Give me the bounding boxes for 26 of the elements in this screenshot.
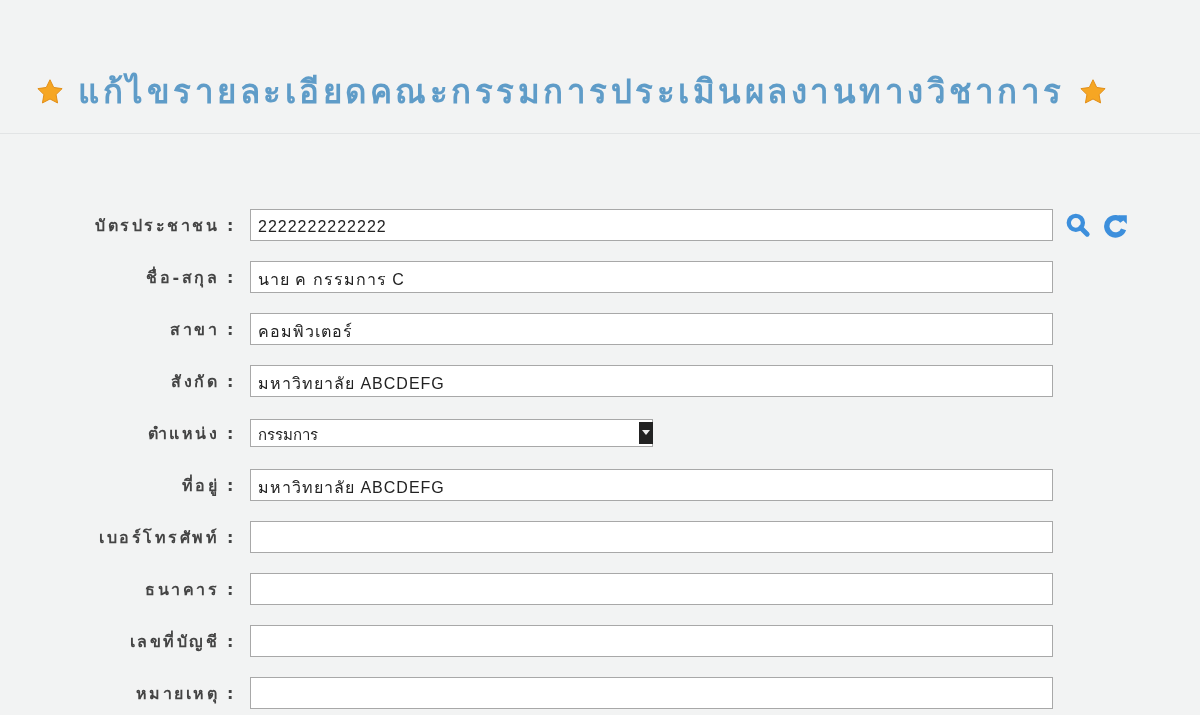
text-field[interactable]: 2222222222222 [250,209,1053,241]
field-label: บัตรประชาชน : [94,214,237,237]
field-label: ธนาคาร : [144,578,237,601]
text-field[interactable] [250,677,1053,709]
page-title: แก้ไขรายละเอียดคณะกรรมการประเมินผลงานทางวิชาการ [78,71,1065,113]
text-field[interactable]: นาย ค กรรมการ C [250,261,1053,293]
field-label: ชื่อ-สกุล : [145,265,237,290]
field-label: หมายเหตุ : [134,682,237,706]
position-dropdown[interactable]: กรรมการ [250,419,653,447]
field-label: สังกัด : [170,370,237,393]
field-label: ตำแหน่ง : [146,422,237,445]
star-icon [36,77,64,106]
text-field[interactable]: มหาวิทยาลัย ABCDEFG [250,365,1053,397]
field-label: เลขที่บัญชี : [128,629,237,654]
star-icon [1078,77,1107,106]
field-label: เบอร์โทรศัพท์ : [98,526,237,549]
search-icon[interactable] [1065,212,1091,238]
text-field[interactable] [250,573,1053,605]
text-field[interactable] [250,625,1053,657]
field-label: สาขา : [169,318,237,341]
caret-icon [639,422,653,444]
refresh-icon[interactable] [1103,212,1129,238]
field-label: ที่อยู่ : [180,473,237,498]
text-field[interactable]: คอมพิวเตอร์ [250,313,1053,345]
text-field[interactable]: มหาวิทยาลัย ABCDEFG [250,469,1053,501]
text-field[interactable] [250,521,1053,553]
